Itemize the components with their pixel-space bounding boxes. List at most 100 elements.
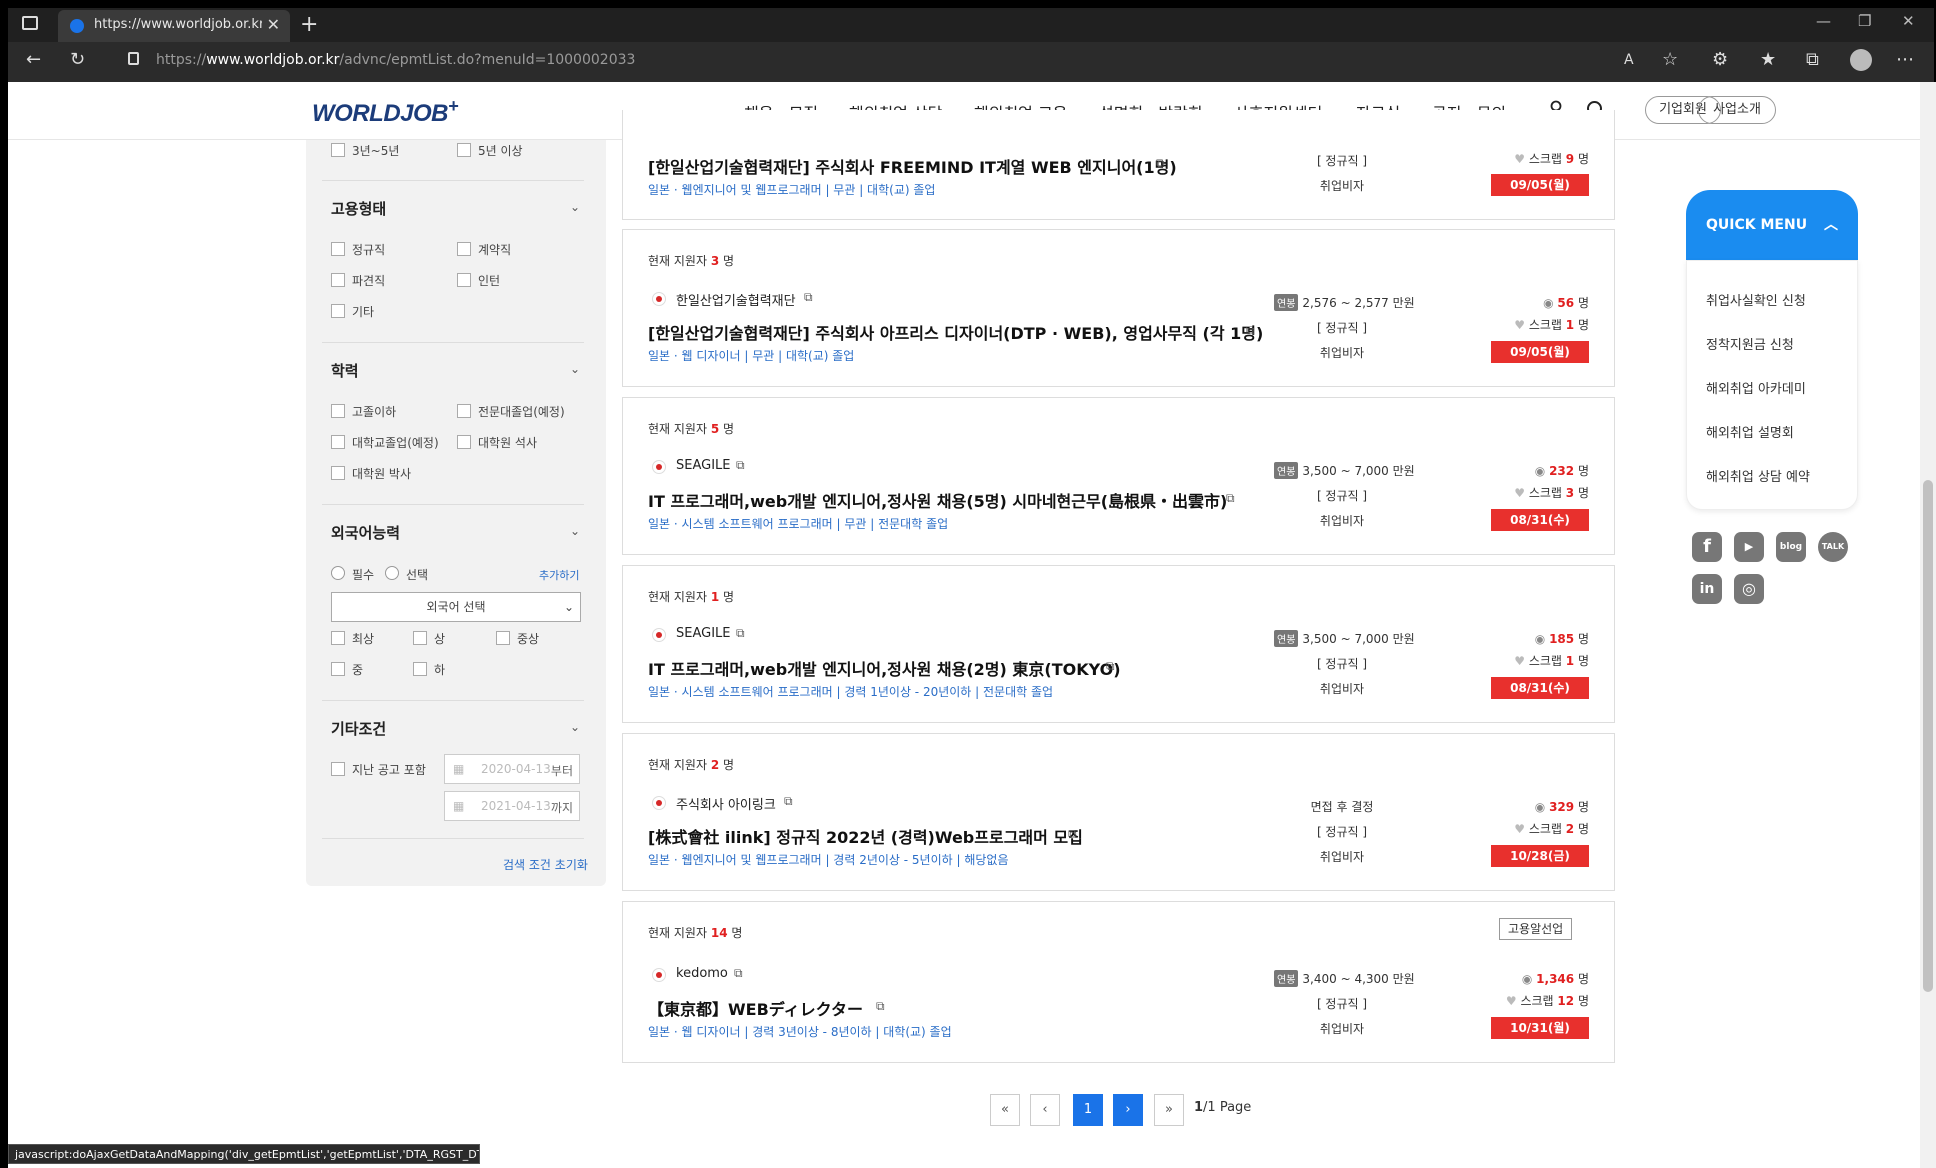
level-checkbox[interactable] (496, 631, 510, 645)
page-last-button[interactable]: » (1154, 1094, 1184, 1126)
job-title[interactable]: [한일산업기술협력재단] 주식회사 FREEMIND IT계열 WEB 엔지니어… (648, 154, 1177, 178)
job-visa: 취업비자 (1319, 346, 1365, 360)
collections-icon[interactable]: ⧉ (1806, 49, 1819, 70)
site-logo[interactable]: WORLDJOB+ (312, 96, 459, 128)
scrap-count[interactable]: ♥ 스크랩 3 명 (1469, 484, 1589, 501)
add-language-link[interactable]: 추가하기 (539, 567, 579, 583)
optional-radio[interactable] (385, 566, 399, 580)
linkedin-icon[interactable]: in (1692, 574, 1722, 604)
scrap-count[interactable]: ♥ 스크랩 2 명 (1469, 820, 1589, 837)
education-checkbox[interactable] (457, 435, 471, 449)
favorites-icon[interactable]: ★ (1760, 49, 1776, 70)
employment-checkbox[interactable] (331, 242, 345, 256)
more-icon[interactable]: ⋯ (1896, 49, 1914, 70)
education-checkbox[interactable] (331, 435, 345, 449)
company-name[interactable]: kedomo (676, 966, 728, 981)
chevron-down-icon[interactable]: ⌄ (570, 524, 580, 538)
talk-icon[interactable]: TALK (1818, 532, 1848, 562)
divider (322, 342, 584, 343)
employment-checkbox[interactable] (331, 304, 345, 318)
company-name[interactable]: 주식회사 아이링크 (676, 794, 776, 813)
copy-icon[interactable]: ⧉ (784, 794, 793, 809)
browser-tab[interactable]: https://www.worldjob.or.kr/advnc/epmtLis… (58, 10, 290, 42)
page-prev-button[interactable]: ‹ (1030, 1094, 1060, 1126)
job-title[interactable]: IT 프로그래머,web개발 엔지니어,정사원 채용(2명) 東京(TOKYO) (648, 656, 1121, 680)
language-select[interactable]: 외국어 선택 ⌄ (331, 592, 581, 622)
sidebar-toggle-icon[interactable] (22, 16, 38, 30)
page-1-button[interactable]: 1 (1073, 1094, 1103, 1126)
employment-checkbox[interactable] (331, 273, 345, 287)
new-tab-icon[interactable]: + (300, 12, 318, 37)
job-title[interactable]: 【東京都】WEBディレクター (648, 996, 863, 1020)
company-name[interactable]: SEAGILE (676, 626, 731, 641)
copy-icon[interactable]: ⧉ (1226, 491, 1235, 506)
view-count: ◉ 329 명 (1534, 800, 1589, 814)
quick-menu-item[interactable]: 해외취업 설명회 (1706, 422, 1794, 441)
copy-icon[interactable]: ⧉ (734, 966, 743, 981)
job-visa: 취업비자 (1319, 850, 1365, 864)
quick-menu-item[interactable]: 정착지원금 신청 (1706, 334, 1794, 353)
job-title[interactable]: IT 프로그래머,web개발 엔지니어,정사원 채용(5명) 시마네현근무(島根… (648, 488, 1227, 512)
copy-icon[interactable]: ⧉ (804, 290, 813, 305)
about-business-button[interactable]: 사업소개 (1698, 96, 1776, 124)
copy-icon[interactable]: ⧉ (876, 999, 885, 1014)
level-checkbox[interactable] (413, 631, 427, 645)
facebook-icon[interactable]: f (1692, 532, 1722, 562)
restore-icon[interactable]: ❐ (1858, 12, 1871, 30)
copy-icon[interactable]: ⧉ (1106, 659, 1115, 674)
instagram-icon[interactable]: ◎ (1734, 574, 1764, 604)
employment-checkbox[interactable] (457, 273, 471, 287)
extensions-icon[interactable]: ⚙ (1712, 49, 1728, 70)
scrap-count[interactable]: ♥ 스크랩 9 명 (1469, 150, 1589, 167)
job-title[interactable]: [한일산업기술협력재단] 주식회사 아프리스 디자이너(DTP · WEB), … (648, 320, 1263, 344)
scrap-count[interactable]: ♥ 스크랩 1 명 (1469, 316, 1589, 333)
level-checkbox[interactable] (413, 662, 427, 676)
tab-close-icon[interactable]: ✕ (267, 15, 280, 34)
career-checkbox-5plus[interactable] (457, 143, 471, 157)
company-name[interactable]: SEAGILE (676, 458, 731, 473)
company-name[interactable]: 한일산업기술협력재단 (676, 290, 796, 309)
read-aloud-icon[interactable]: A (1624, 52, 1634, 68)
back-icon[interactable]: ← (26, 49, 41, 70)
job-meta: 일본 · 웹 디자이너 | 경력 3년이상 - 8년이하 | 대학(교) 졸업 (648, 1025, 952, 1039)
date-from-input[interactable]: ▦ 2020-04-13 부터 (444, 754, 580, 784)
quick-menu-item[interactable]: 취업사실확인 신청 (1706, 290, 1806, 309)
page-first-button[interactable]: « (990, 1094, 1020, 1126)
employment-checkbox[interactable] (457, 242, 471, 256)
level-checkbox[interactable] (331, 631, 345, 645)
copy-icon[interactable]: ⧉ (1156, 156, 1165, 171)
scrollbar-thumb[interactable] (1923, 480, 1933, 992)
reload-icon[interactable]: ↻ (70, 49, 85, 70)
include-past-checkbox[interactable] (331, 762, 345, 776)
education-checkbox[interactable] (331, 404, 345, 418)
copy-icon[interactable]: ⧉ (736, 458, 745, 473)
education-checkbox[interactable] (457, 404, 471, 418)
copy-icon[interactable]: ⧉ (1068, 827, 1077, 842)
chevron-down-icon[interactable]: ⌄ (570, 200, 580, 214)
chevron-down-icon[interactable]: ⌄ (570, 720, 580, 734)
copy-icon[interactable]: ⧉ (736, 626, 745, 641)
favorite-add-icon[interactable]: ☆ (1662, 49, 1678, 70)
quick-menu-item[interactable]: 해외취업 상담 예약 (1706, 466, 1810, 485)
blog-icon[interactable]: blog (1776, 532, 1806, 562)
copy-icon[interactable]: ⧉ (1246, 323, 1255, 338)
window-close-icon[interactable]: ✕ (1902, 12, 1915, 30)
reset-filters-link[interactable]: 검색 조건 초기화 (503, 856, 588, 873)
chevron-down-icon[interactable]: ⌄ (570, 362, 580, 376)
profile-avatar[interactable] (1850, 49, 1872, 71)
job-title[interactable]: [株式會社 ilink] 정규직 2022년 (경력)Web프로그래머 모집 (648, 824, 1083, 848)
education-label: 대학원 석사 (478, 436, 538, 450)
quick-menu-item[interactable]: 해외취업 아카데미 (1706, 378, 1806, 397)
required-radio[interactable] (331, 566, 345, 580)
education-checkbox[interactable] (331, 466, 345, 480)
minimize-icon[interactable]: — (1816, 12, 1831, 30)
quick-menu-header[interactable]: QUICK MENU ︿ (1686, 190, 1858, 260)
career-checkbox-3-5[interactable] (331, 143, 345, 157)
scrap-count[interactable]: ♥ 스크랩 12 명 (1469, 992, 1589, 1009)
address-bar[interactable]: https://www.worldjob.or.kr/advnc/epmtLis… (112, 46, 1612, 76)
page-next-button[interactable]: › (1113, 1094, 1143, 1126)
scrap-count[interactable]: ♥ 스크랩 1 명 (1469, 652, 1589, 669)
level-checkbox[interactable] (331, 662, 345, 676)
youtube-icon[interactable]: ▶ (1734, 532, 1764, 562)
date-to-input[interactable]: ▦ 2021-04-13 까지 (444, 791, 580, 821)
